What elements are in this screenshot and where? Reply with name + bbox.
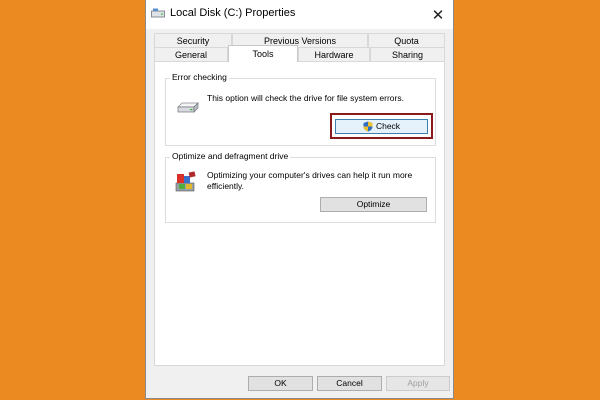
check-button[interactable]: Check: [335, 119, 428, 134]
optimize-button-label: Optimize: [356, 199, 391, 209]
uac-shield-icon: [363, 121, 373, 132]
tab-hardware[interactable]: Hardware: [298, 47, 370, 61]
close-button[interactable]: ✕: [423, 0, 453, 29]
tab-general[interactable]: General: [154, 47, 228, 61]
tab-security[interactable]: Security: [154, 33, 232, 47]
optimize-description: Optimizing your computer's drives can he…: [207, 170, 413, 191]
optimize-button[interactable]: Optimize: [320, 197, 427, 212]
error-checking-description: This option will check the drive for fil…: [207, 93, 404, 103]
cancel-button[interactable]: Cancel: [317, 376, 382, 391]
properties-dialog: Local Disk (C:) Properties ✕ Security Pr…: [145, 0, 454, 399]
drive-icon: [177, 102, 199, 113]
close-icon: ✕: [431, 6, 445, 24]
drive-title-icon: [151, 8, 165, 18]
check-button-highlight: Check: [330, 113, 433, 139]
optimize-label: Optimize and defragment drive: [170, 151, 291, 161]
tools-panel: Error checking This option will check th…: [154, 61, 445, 366]
tab-tools[interactable]: Tools: [228, 45, 298, 62]
optimize-group: Optimize and defragment drive Optimizing…: [165, 151, 436, 223]
check-button-label: Check: [375, 121, 401, 131]
title-bar[interactable]: Local Disk (C:) Properties ✕: [146, 0, 453, 29]
error-checking-group: Error checking This option will check th…: [165, 72, 436, 146]
tab-sharing[interactable]: Sharing: [370, 47, 445, 61]
ok-button[interactable]: OK: [248, 376, 313, 391]
window-title: Local Disk (C:) Properties: [170, 7, 296, 19]
error-checking-label: Error checking: [170, 72, 229, 82]
tab-quota[interactable]: Quota: [368, 33, 445, 47]
defrag-icon: [175, 171, 196, 192]
apply-button[interactable]: Apply: [386, 376, 450, 391]
